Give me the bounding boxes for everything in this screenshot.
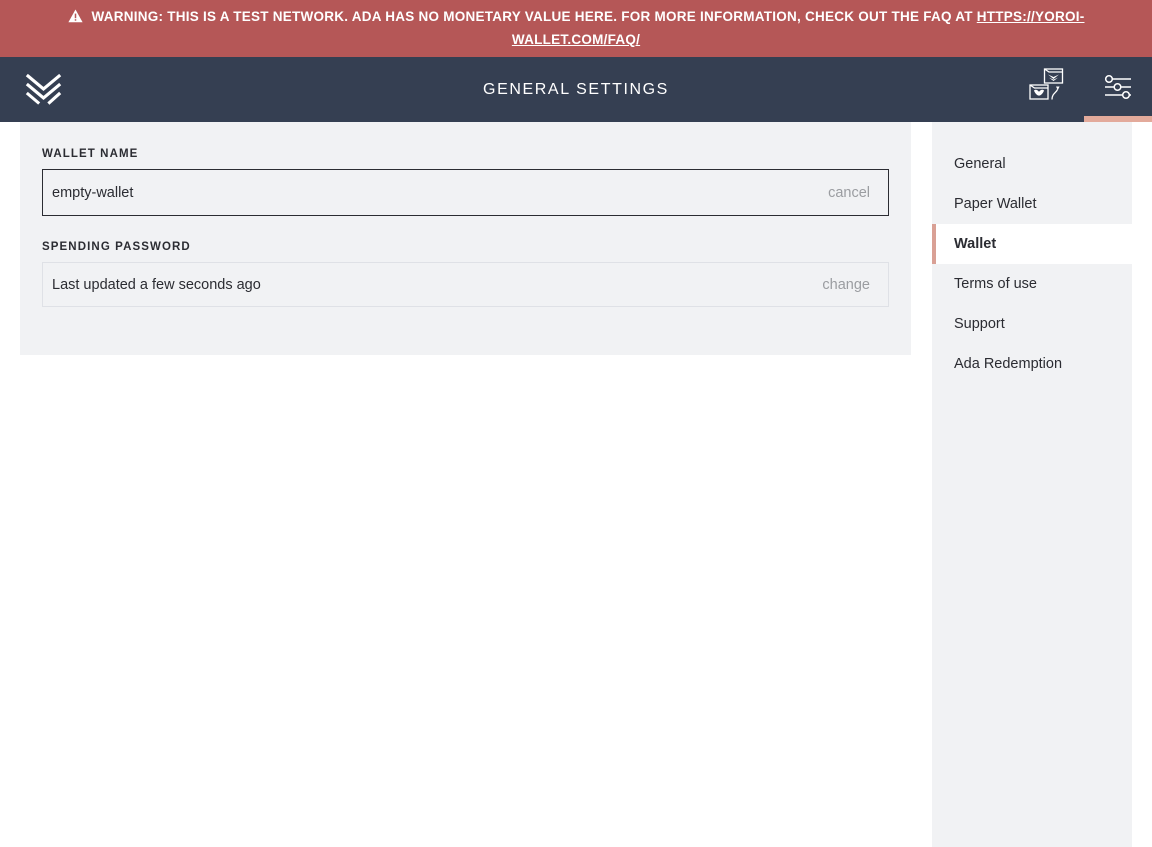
- yoroi-logo[interactable]: [25, 72, 63, 108]
- wallet-switch-button[interactable]: [1016, 57, 1084, 122]
- menu-item-label: Ada Redemption: [954, 356, 1063, 372]
- menu-item-label: Wallet: [954, 236, 997, 252]
- warning-text-wrapper: WARNING: THIS IS A TEST NETWORK. ADA HAS…: [18, 6, 1134, 50]
- settings-menu-item-terms-of-use[interactable]: Terms of use: [932, 264, 1132, 304]
- settings-menu-item-support[interactable]: Support: [932, 304, 1132, 344]
- wallet-name-label: WALLET NAME: [42, 148, 139, 160]
- top-bar: GENERAL SETTINGS: [0, 57, 1152, 122]
- settings-menu-item-ada-redemption[interactable]: Ada Redemption: [932, 344, 1132, 384]
- warning-message: WARNING: THIS IS A TEST NETWORK. ADA HAS…: [91, 9, 977, 24]
- test-network-warning-banner: WARNING: THIS IS A TEST NETWORK. ADA HAS…: [0, 0, 1152, 57]
- menu-item-label: Terms of use: [954, 276, 1037, 292]
- wallet-settings-panel: WALLET NAME cancel SPENDING PASSWORD Las…: [20, 122, 911, 355]
- menu-item-label: Support: [954, 316, 1005, 332]
- settings-menu-item-paper-wallet[interactable]: Paper Wallet: [932, 184, 1132, 224]
- warning-triangle-icon: [67, 8, 83, 29]
- wallet-name-field-row[interactable]: cancel: [42, 169, 889, 216]
- spending-password-row: Last updated a few seconds ago change: [42, 262, 889, 307]
- settings-sliders-icon: [1102, 72, 1134, 107]
- settings-page-body: WALLET NAME cancel SPENDING PASSWORD Las…: [0, 122, 1152, 847]
- settings-menu-item-wallet[interactable]: Wallet: [932, 224, 1132, 264]
- change-password-button[interactable]: change: [822, 277, 870, 293]
- menu-item-label: General: [954, 156, 1006, 172]
- spending-password-label: SPENDING PASSWORD: [42, 241, 191, 253]
- settings-menu: General Paper Wallet Wallet Terms of use…: [932, 122, 1132, 847]
- topbar-actions: [1016, 57, 1152, 122]
- wallet-switch-icon: [1027, 66, 1073, 113]
- page-title: GENERAL SETTINGS: [483, 80, 669, 98]
- settings-menu-item-general[interactable]: General: [932, 144, 1132, 184]
- spending-password-status: Last updated a few seconds ago: [52, 276, 261, 293]
- wallet-name-input[interactable]: [52, 184, 829, 201]
- settings-button[interactable]: [1084, 57, 1152, 122]
- cancel-button[interactable]: cancel: [828, 185, 870, 201]
- menu-item-label: Paper Wallet: [954, 196, 1037, 212]
